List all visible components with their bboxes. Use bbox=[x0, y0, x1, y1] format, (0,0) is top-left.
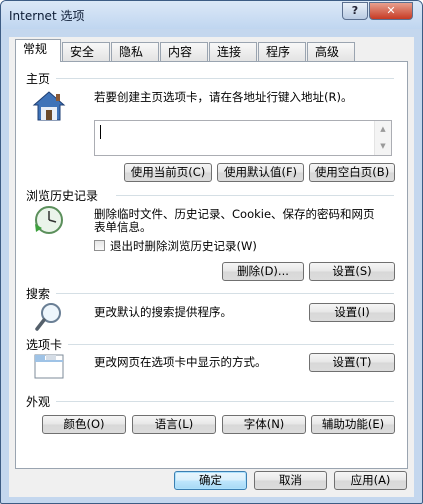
tabs-description: 更改网页在选项卡中显示的方式。 bbox=[94, 355, 267, 369]
internet-options-window: Internet 选项 ? ✕ 常规 安全 隐私 内容 连接 程序 高级 主页 bbox=[0, 0, 423, 504]
appearance-divider bbox=[56, 401, 394, 402]
ok-button[interactable]: 确定 bbox=[174, 471, 247, 490]
title-bar[interactable]: Internet 选项 ? ✕ bbox=[1, 1, 422, 29]
search-settings-button[interactable]: 设置(I) bbox=[309, 303, 395, 322]
search-section-label: 搜索 bbox=[26, 287, 51, 301]
help-button[interactable]: ? bbox=[342, 2, 368, 20]
dialog-body: 常规 安全 隐私 内容 连接 程序 高级 主页 若要创建主页选项卡，请在各地址行… bbox=[9, 37, 414, 497]
url-scrollbar[interactable]: ▲ ▼ bbox=[374, 121, 391, 155]
close-button[interactable]: ✕ bbox=[369, 2, 413, 20]
home-divider bbox=[56, 78, 394, 79]
history-settings-button[interactable]: 设置(S) bbox=[309, 262, 395, 281]
tabs-divider bbox=[68, 344, 394, 345]
appearance-section-label: 外观 bbox=[26, 395, 51, 409]
cancel-button[interactable]: 取消 bbox=[254, 471, 327, 490]
history-section-label: 浏览历史记录 bbox=[26, 189, 99, 203]
home-section-label: 主页 bbox=[26, 72, 51, 86]
search-divider bbox=[56, 293, 394, 294]
tab-general[interactable]: 常规 bbox=[15, 39, 61, 62]
history-clock-icon bbox=[32, 204, 66, 239]
history-divider bbox=[116, 195, 394, 196]
general-tab-panel: 主页 若要创建主页选项卡，请在各地址行键入地址(R)。 ▲ ▼ 使用当前页(C)… bbox=[15, 61, 408, 469]
delete-on-exit-checkbox[interactable] bbox=[94, 240, 105, 251]
accessibility-button[interactable]: 辅助功能(E) bbox=[311, 415, 395, 434]
delete-history-button[interactable]: 删除(D)... bbox=[222, 262, 304, 281]
tab-privacy[interactable]: 隐私 bbox=[111, 42, 159, 61]
text-caret bbox=[100, 125, 101, 139]
tab-connections[interactable]: 连接 bbox=[209, 42, 257, 61]
history-description-line2: 表单信息。 bbox=[94, 220, 152, 234]
tab-programs[interactable]: 程序 bbox=[258, 42, 306, 61]
apply-button[interactable]: 应用(A) bbox=[334, 471, 407, 490]
home-page-url-input[interactable]: ▲ ▼ bbox=[94, 120, 392, 156]
use-default-button[interactable]: 使用默认值(F) bbox=[217, 163, 304, 182]
colors-button[interactable]: 颜色(O) bbox=[42, 415, 126, 434]
home-icon bbox=[32, 90, 66, 125]
tabbed-window-icon bbox=[32, 351, 66, 384]
use-current-button[interactable]: 使用当前页(C) bbox=[124, 163, 212, 182]
delete-on-exit-label[interactable]: 退出时删除浏览历史记录(W) bbox=[110, 239, 257, 253]
use-blank-button[interactable]: 使用空白页(B) bbox=[309, 163, 395, 182]
tabs-settings-button[interactable]: 设置(T) bbox=[309, 353, 395, 372]
search-description: 更改默认的搜索提供程序。 bbox=[94, 305, 232, 319]
scroll-up-icon[interactable]: ▲ bbox=[375, 121, 391, 138]
window-title: Internet 选项 bbox=[9, 9, 85, 23]
home-description: 若要创建主页选项卡，请在各地址行键入地址(R)。 bbox=[94, 90, 353, 104]
tab-security[interactable]: 安全 bbox=[62, 42, 110, 61]
fonts-button[interactable]: 字体(N) bbox=[222, 415, 306, 434]
scroll-down-icon[interactable]: ▼ bbox=[375, 138, 391, 155]
languages-button[interactable]: 语言(L) bbox=[132, 415, 216, 434]
search-icon bbox=[34, 301, 64, 336]
tab-advanced[interactable]: 高级 bbox=[307, 42, 355, 61]
history-description-line1: 删除临时文件、历史记录、Cookie、保存的密码和网页 bbox=[94, 207, 375, 221]
tab-content[interactable]: 内容 bbox=[160, 42, 208, 61]
